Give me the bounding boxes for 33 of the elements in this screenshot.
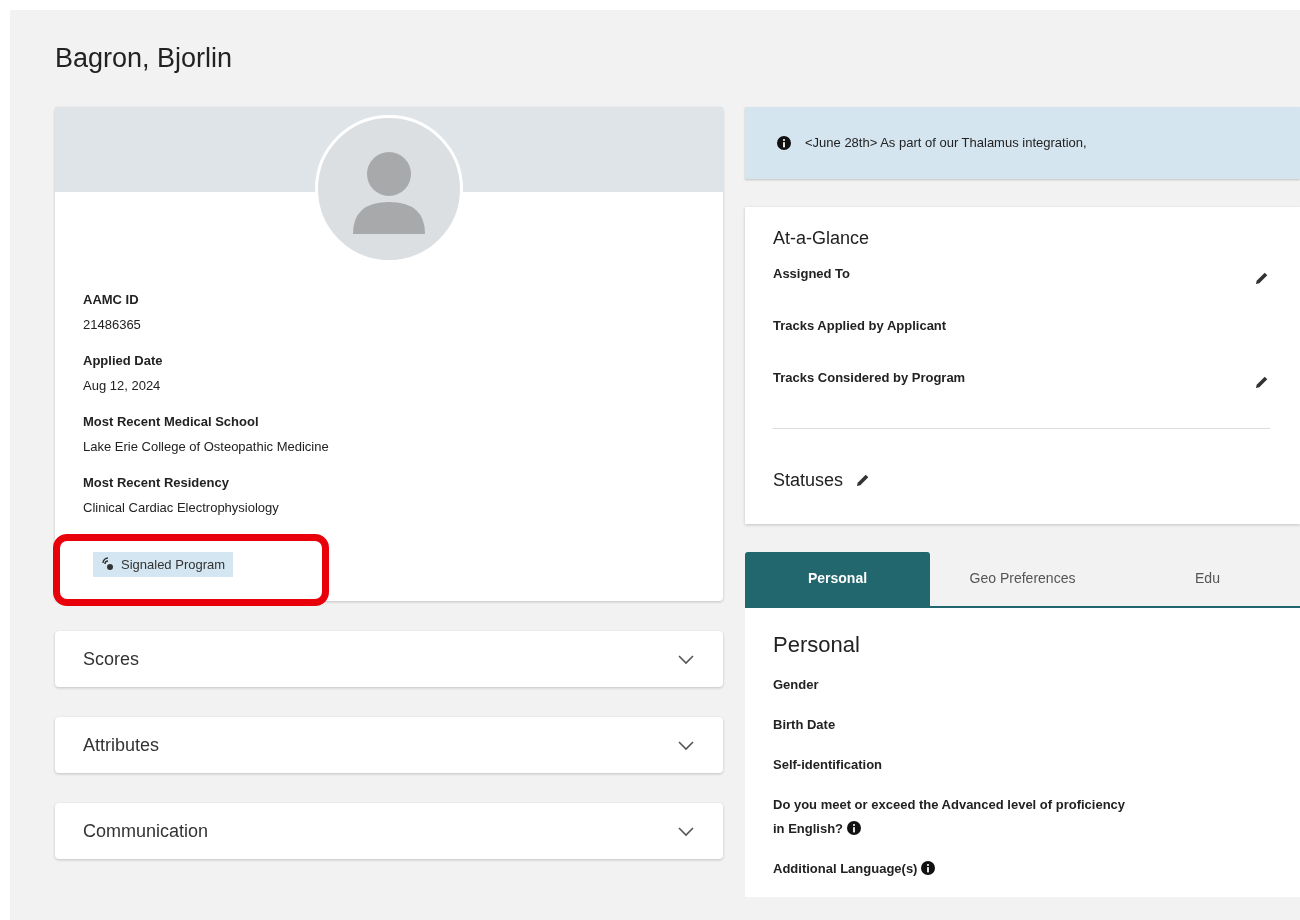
field-label: Most Recent Residency <box>83 473 229 492</box>
statuses-heading: Statuses <box>773 468 844 492</box>
signal-icon <box>101 557 115 572</box>
chevron-icon[interactable] <box>677 653 695 665</box>
info-icon[interactable] <box>847 820 862 835</box>
card-title: At-a-Glance <box>773 226 870 250</box>
field-label: Birth Date <box>773 715 837 734</box>
field-label: Do you meet or exceed the Advanced level of proficiency in English? <box>773 795 1127 838</box>
accordion-section[interactable]: Scores <box>55 631 723 687</box>
info-icon[interactable] <box>921 860 936 875</box>
field-value: Aug 12, 2024 <box>83 377 161 395</box>
field-label: Tracks Considered by Program <box>773 368 966 387</box>
tab[interactable]: Personal <box>745 551 930 606</box>
field-label: Self-identification <box>773 755 884 774</box>
section-title: Personal <box>773 630 860 659</box>
signaled-program-badge: Signaled Program <box>93 551 234 577</box>
field-label: Gender <box>773 675 820 694</box>
field-label: Assigned To <box>773 264 851 283</box>
info-icon[interactable] <box>777 135 791 150</box>
chevron-icon[interactable] <box>677 825 695 837</box>
page-title: Bagron, Bjorlin <box>55 42 233 75</box>
field-label: Applied Date <box>83 351 163 370</box>
field-label: AAMC ID <box>83 290 139 309</box>
field-value: 21486365 <box>83 316 141 334</box>
field-value: Lake Erie College of Osteopathic Medicine <box>83 438 329 456</box>
accordion-section[interactable]: Communication <box>55 803 723 859</box>
field-value: Clinical Cardiac Electrophysiology <box>83 499 279 517</box>
accordion-section[interactable]: Attributes <box>55 717 723 773</box>
notice-text: <June 28th> As part of our Thalamus integration, <box>805 133 1087 152</box>
field-label: Additional Language(s) <box>773 856 1133 881</box>
field-label: Tracks Applied by Applicant <box>773 316 947 335</box>
field-label: Most Recent Medical School <box>83 412 259 431</box>
chevron-icon[interactable] <box>677 739 695 751</box>
